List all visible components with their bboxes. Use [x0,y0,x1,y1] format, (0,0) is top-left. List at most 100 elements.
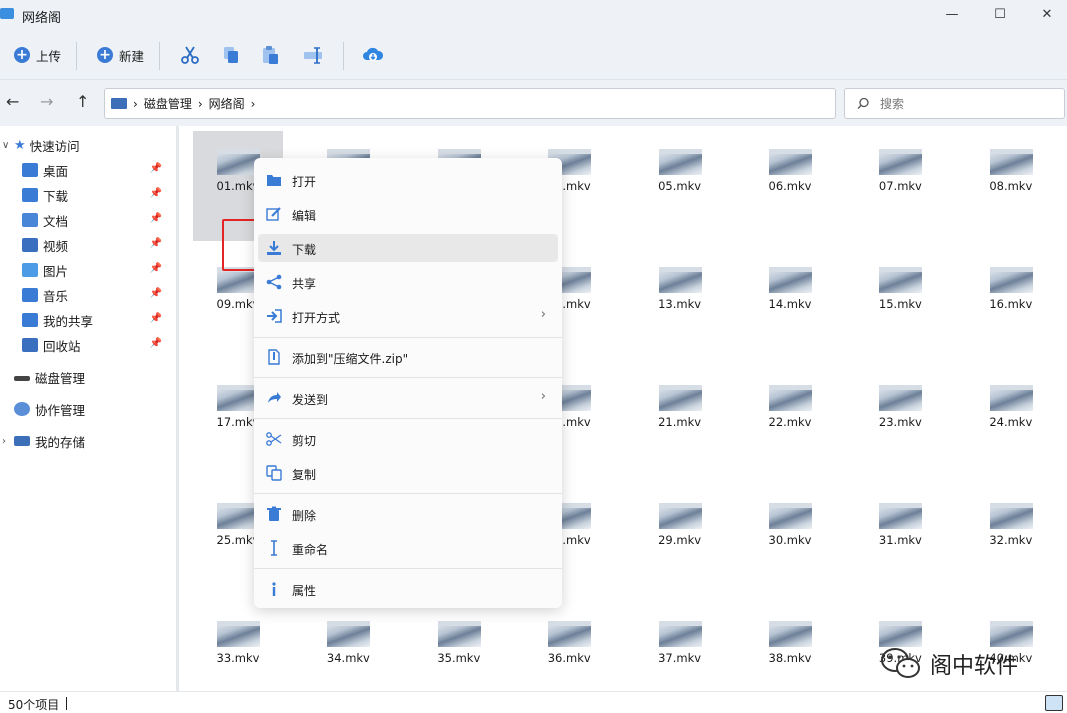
chevron-down-icon[interactable]: ∨ [0,140,14,151]
file-tile[interactable]: 16.mkv [966,249,1056,359]
file-name: 29.mkv [658,533,702,547]
sidebar-item-recycle-bin[interactable]: 回收站 📌 [0,334,176,356]
new-button[interactable]: + 新建 [97,42,144,68]
status-bar: 50个项目 [0,691,1067,713]
file-name: 16.mkv [989,297,1033,311]
plus-icon: + [14,47,30,63]
folder-icon [0,8,14,19]
scissors-icon[interactable] [179,44,201,66]
file-name: 08.mkv [989,179,1033,193]
copy-icon[interactable] [220,44,242,66]
back-arrow-icon[interactable]: ← [6,92,19,111]
file-tile[interactable]: 08.mkv [966,131,1056,241]
view-toggle-icon[interactable] [1045,695,1063,711]
paste-icon[interactable] [259,44,281,66]
sidebar-item-music[interactable]: 音乐 📌 [0,284,176,306]
menu-item-download[interactable]: 下载 [258,234,558,262]
video-thumbnail [879,503,923,529]
file-name: 30.mkv [768,533,812,547]
menu-item-delete[interactable]: 删除 [258,500,558,528]
picture-icon [22,263,38,277]
maximize-button[interactable]: ☐ [985,3,1015,25]
menu-item-open-with[interactable]: 打开方式 › [258,302,558,330]
cloud-download-icon[interactable] [362,44,384,66]
sidebar-item-download[interactable]: 下载 📌 [0,184,176,206]
menu-divider [254,493,562,494]
menu-item-copy[interactable]: 复制 [258,459,558,487]
menu-label: 属性 [292,584,317,598]
file-name: 07.mkv [878,179,922,193]
pane-splitter[interactable] [176,126,179,691]
file-tile[interactable]: 21.mkv [635,367,725,477]
file-name: 34.mkv [326,651,370,665]
menu-item-add-to-zip[interactable]: 添加到"压缩文件.zip" [258,343,558,371]
file-tile[interactable]: 15.mkv [855,249,945,359]
file-tile[interactable]: 06.mkv [745,131,835,241]
menu-label: 打开方式 [292,311,341,325]
menu-label: 打开 [292,175,317,189]
file-tile[interactable]: 05.mkv [635,131,725,241]
file-tile[interactable]: 23.mkv [855,367,945,477]
toolbar-divider [159,42,160,70]
sidebar-item-desktop[interactable]: 桌面 📌 [0,159,176,181]
video-thumbnail [989,503,1033,529]
sidebar-item-label: 回收站 [43,338,81,354]
file-tile[interactable]: 31.mkv [855,485,945,595]
video-thumbnail [658,503,702,529]
sidebar-item-label: 下载 [43,188,69,204]
up-arrow-icon[interactable]: ↑ [76,92,89,111]
menu-item-edit[interactable]: 编辑 [258,200,558,228]
sidebar: ∨ ★ 快速访问 桌面 📌 下载 📌 文档 📌 视频 📌 图片 📌 音乐 📌 我的共享 📌 回收站 📌 磁盘管… [0,126,176,691]
minimize-button[interactable]: — [937,3,967,25]
menu-item-send-to[interactable]: 发送到 › [258,384,558,412]
file-tile[interactable]: 24.mkv [966,367,1056,477]
search-input[interactable]: 搜索 [844,88,1065,119]
rename-icon[interactable] [302,44,324,66]
sidebar-item-video[interactable]: 视频 📌 [0,234,176,256]
address-bar[interactable]: › 磁盘管理 › 网络阁 › [104,88,836,119]
pin-icon[interactable]: 📌 [150,313,162,324]
menu-item-share[interactable]: 共享 [258,268,558,296]
pin-icon[interactable]: 📌 [150,288,162,299]
sidebar-collab-management[interactable]: 协作管理 [0,398,176,420]
close-button[interactable]: ✕ [1032,3,1062,25]
breadcrumb-disk-management[interactable]: 磁盘管理 [144,95,192,112]
menu-item-rename[interactable]: 重命名 [258,534,558,562]
sidebar-item-share[interactable]: 我的共享 📌 [0,309,176,331]
trash-icon [267,506,281,521]
sidebar-item-picture[interactable]: 图片 📌 [0,259,176,281]
sidebar-item-label: 图片 [43,263,69,279]
pin-icon[interactable]: 📌 [150,263,162,274]
pin-icon[interactable]: 📌 [150,188,162,199]
menu-item-cut[interactable]: 剪切 [258,425,558,453]
breadcrumb-current-folder[interactable]: 网络阁 [209,95,245,112]
pin-icon[interactable]: 📌 [150,238,162,249]
sidebar-item-document[interactable]: 文档 📌 [0,209,176,231]
menu-label: 添加到"压缩文件.zip" [292,352,409,366]
music-icon [22,288,38,302]
file-tile[interactable]: 22.mkv [745,367,835,477]
menu-label: 删除 [292,509,317,523]
sidebar-quick-access[interactable]: ∨ ★ 快速访问 [0,134,176,156]
file-tile[interactable]: 13.mkv [635,249,725,359]
watermark-text: 阁中软件 [930,654,1019,679]
menu-item-properties[interactable]: 属性 [258,575,558,603]
menu-item-open[interactable]: 打开 [258,166,558,194]
scissors-icon [266,432,282,446]
menu-divider [254,337,562,338]
pin-icon[interactable]: 📌 [150,338,162,349]
upload-button[interactable]: + 上传 [14,42,61,68]
file-tile[interactable]: 32.mkv [966,485,1056,595]
file-tile[interactable]: 14.mkv [745,249,835,359]
pin-icon[interactable]: 📌 [150,163,162,174]
file-tile[interactable]: 07.mkv [855,131,945,241]
file-name: 14.mkv [768,297,812,311]
sidebar-my-storage[interactable]: › 我的存储 [0,430,176,452]
chevron-right-icon[interactable]: › [0,436,14,447]
forward-arrow-icon[interactable]: → [40,92,53,111]
pin-icon[interactable]: 📌 [150,213,162,224]
file-tile[interactable]: 30.mkv [745,485,835,595]
menu-divider [254,418,562,419]
file-tile[interactable]: 29.mkv [635,485,725,595]
sidebar-disk-management[interactable]: 磁盘管理 [0,366,176,388]
